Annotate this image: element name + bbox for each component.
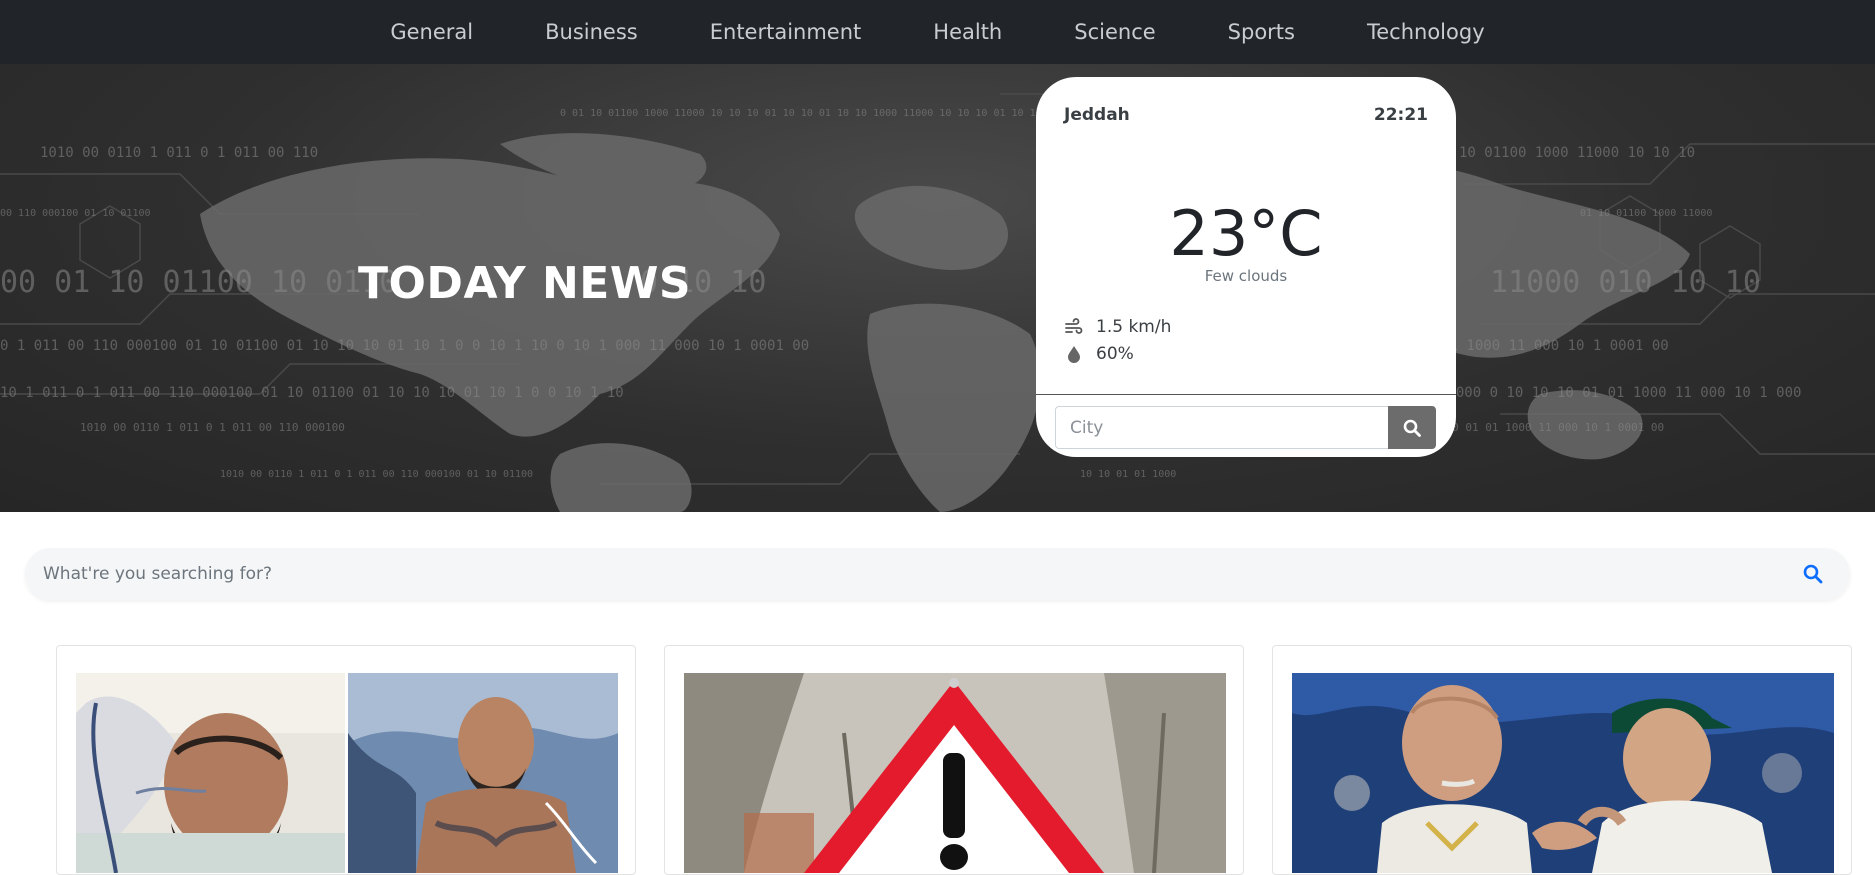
nav-link-technology[interactable]: Technology bbox=[1331, 0, 1521, 64]
svg-text:1010 00 0110 1 011 0 1 011 00: 1010 00 0110 1 011 0 1 011 00 110 000100 bbox=[80, 421, 345, 434]
svg-text:01 10 01100 1000 11000: 01 10 01100 1000 11000 bbox=[1580, 208, 1712, 219]
news-card[interactable] bbox=[664, 645, 1244, 875]
hero-title: TODAY NEWS bbox=[358, 258, 692, 309]
city-input[interactable] bbox=[1055, 406, 1388, 449]
weather-divider bbox=[1036, 394, 1456, 395]
news-card-image bbox=[76, 673, 618, 873]
svg-text:1010 00 0110 1 011 0 1 011 00: 1010 00 0110 1 011 0 1 011 00 110 000100… bbox=[220, 469, 533, 480]
news-card[interactable] bbox=[56, 645, 636, 875]
svg-text:0 01 10 01100 1000 11000 10 10: 0 01 10 01100 1000 11000 10 10 10 01 10 … bbox=[560, 108, 1042, 119]
weather-wind-value: 1.5 km/h bbox=[1096, 317, 1172, 337]
weather-city: Jeddah bbox=[1064, 105, 1130, 125]
nav-link-general[interactable]: General bbox=[354, 0, 509, 64]
news-card-image bbox=[684, 673, 1226, 873]
svg-text:00 01 10 01100 10 0110: 00 01 10 01100 10 0110 bbox=[0, 265, 397, 300]
nav-link-entertainment[interactable]: Entertainment bbox=[674, 0, 898, 64]
svg-text:00 110 000100 01 10 01100: 00 110 000100 01 10 01100 bbox=[0, 208, 151, 219]
search-icon[interactable] bbox=[1802, 563, 1824, 585]
weather-description: Few clouds bbox=[1204, 267, 1288, 285]
city-search-button[interactable] bbox=[1388, 406, 1436, 449]
droplet-icon bbox=[1068, 346, 1080, 363]
svg-text:0 1 011 00 110 000100 01 10: 0 1 011 00 110 000100 01 10 01100 01 10 … bbox=[0, 338, 809, 354]
news-card-image bbox=[1292, 673, 1834, 873]
top-navbar: General Business Entertainment Health Sc… bbox=[0, 0, 1875, 64]
weather-wind-row: 1.5 km/h bbox=[1064, 317, 1171, 337]
svg-text:11000 010 10 10: 11000 010 10 10 bbox=[1490, 265, 1761, 300]
svg-text:1010 00 0110 1 011 0 1 011 00: 1010 00 0110 1 011 0 1 011 00 110 bbox=[40, 145, 318, 161]
news-search-input[interactable] bbox=[43, 548, 1783, 600]
nav-link-business[interactable]: Business bbox=[509, 0, 674, 64]
news-card[interactable] bbox=[1272, 645, 1852, 875]
hero-banner: 00 01 10 01100 10 0110 0 10 10 11000 010… bbox=[0, 64, 1875, 512]
wind-icon bbox=[1065, 318, 1083, 334]
world-map-background: 00 01 10 01100 10 0110 0 10 10 11000 010… bbox=[0, 93, 1875, 512]
weather-temperature: 23°C bbox=[1169, 197, 1323, 270]
weather-time: 22:21 bbox=[1373, 105, 1428, 125]
nav-link-science[interactable]: Science bbox=[1038, 0, 1191, 64]
search-icon bbox=[1403, 419, 1421, 437]
svg-text:10 1 011 0 1 011 00 110 0001: 10 1 011 0 1 011 00 110 000100 01 10 011… bbox=[0, 385, 624, 401]
weather-humidity-value: 60% bbox=[1096, 344, 1134, 364]
nav-link-health[interactable]: Health bbox=[897, 0, 1038, 64]
weather-card: Jeddah 22:21 23°C Few clouds 1.5 km/h 60… bbox=[1036, 77, 1456, 457]
weather-humidity-row: 60% bbox=[1064, 344, 1134, 364]
news-search-bar bbox=[25, 548, 1850, 600]
svg-text:10 10 01 01 1000: 10 10 01 01 1000 bbox=[1080, 469, 1176, 480]
nav-link-sports[interactable]: Sports bbox=[1192, 0, 1331, 64]
